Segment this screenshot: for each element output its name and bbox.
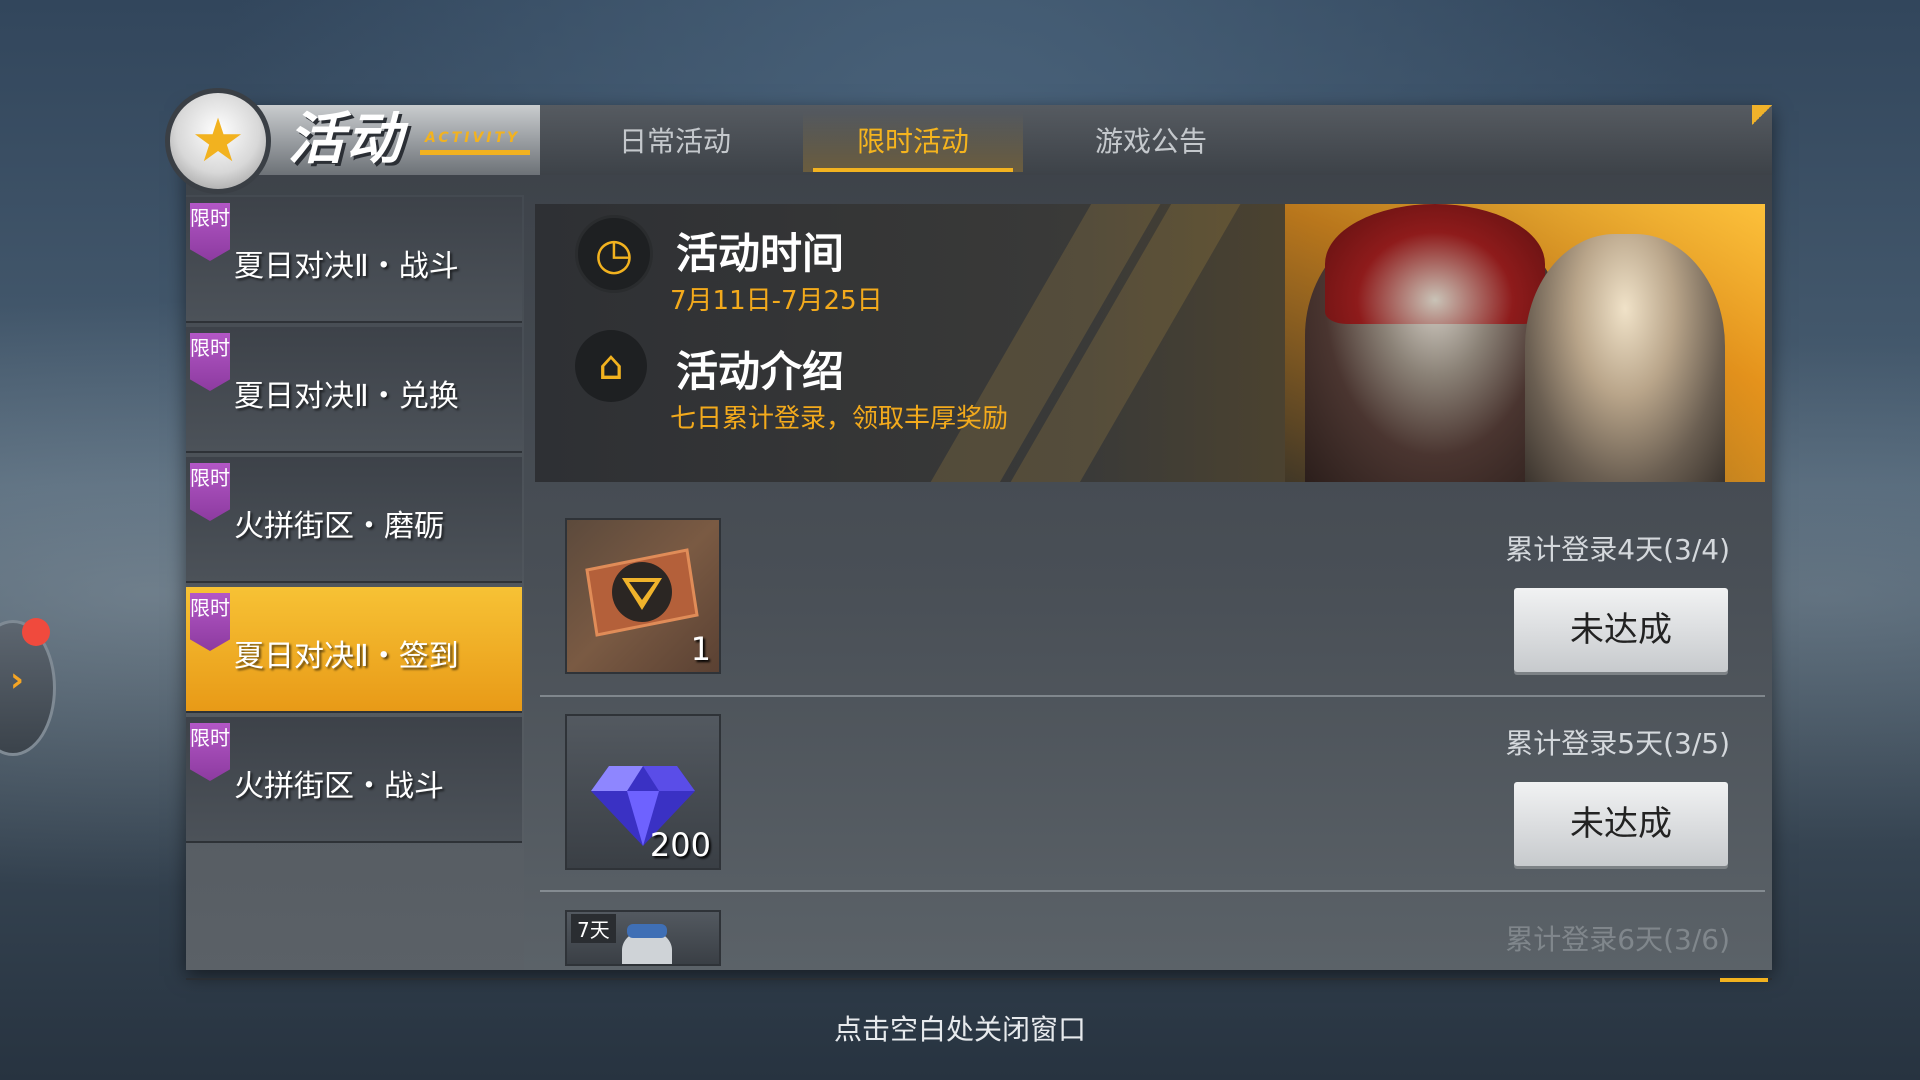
sidebar-item-street-training[interactable]: 限时 火拼街区・磨砺 — [186, 457, 522, 583]
claim-status-button[interactable]: 未达成 — [1514, 782, 1728, 866]
character-hood — [1325, 204, 1545, 324]
title-underline — [420, 150, 530, 155]
notification-dot — [22, 618, 50, 646]
activity-time-value: 7月11日-7月25日 — [670, 286, 883, 316]
tab-daily[interactable]: 日常活动 — [565, 112, 785, 172]
item-quantity: 1 — [690, 630, 711, 668]
clock-icon: ◷ — [575, 215, 653, 293]
limited-tag: 限时 — [190, 463, 230, 521]
duration-label: 7天 — [571, 914, 616, 943]
limited-tag: 限时 — [190, 723, 230, 781]
activity-intro-value: 七日累计登录，领取丰厚奖励 — [670, 404, 1009, 434]
gift-icon: ⌂ — [575, 330, 647, 402]
reward-requirement: 累计登录4天(3/4) — [1505, 533, 1730, 566]
sidebar-item-summer-exchange[interactable]: 限时 夏日对决Ⅱ・兑换 — [186, 327, 522, 453]
page-title: 活动 — [288, 107, 404, 172]
star-emblem-icon: ★ — [165, 88, 271, 194]
panel-bottom-edge — [186, 978, 1772, 980]
reward-requirement: 累计登录6天(3/6) — [1505, 923, 1730, 956]
reward-item[interactable]: 200 — [565, 714, 721, 870]
close-window-hint[interactable]: 点击空白处关闭窗口 — [0, 1008, 1920, 1048]
sidebar-item-label: 夏日对决Ⅱ・兑换 — [234, 379, 459, 414]
sidebar-item-label: 夏日对决Ⅱ・战斗 — [234, 249, 459, 284]
item-quantity: 200 — [649, 826, 711, 864]
reward-item[interactable]: 7天 — [565, 910, 721, 966]
character-female-soldier — [1525, 234, 1725, 482]
tab-announcements[interactable]: 游戏公告 — [1041, 112, 1261, 172]
row-divider — [540, 890, 1765, 892]
reward-item[interactable]: 1 — [565, 518, 721, 674]
reward-requirement: 累计登录5天(3/5) — [1505, 727, 1730, 760]
sidebar-item-label: 火拼街区・磨砺 — [234, 509, 444, 544]
limited-tag: 限时 — [190, 333, 230, 391]
chevron-right-icon: › — [10, 660, 25, 700]
tab-limited[interactable]: 限时活动 — [803, 112, 1023, 172]
activity-time-heading: 活动时间 — [676, 229, 845, 278]
sidebar-item-label: 火拼街区・战斗 — [234, 769, 444, 804]
sidebar-item-street-battle[interactable]: 限时 火拼街区・战斗 — [186, 717, 522, 843]
corner-accent — [1752, 105, 1772, 125]
hat-icon — [627, 924, 667, 938]
sidebar-item-summer-checkin[interactable]: 限时 夏日对决Ⅱ・签到 — [186, 587, 522, 713]
page-subtitle: ACTIVITY — [425, 130, 521, 146]
sidebar-item-label: 夏日对决Ⅱ・签到 — [234, 639, 459, 674]
limited-tag: 限时 — [190, 203, 230, 261]
activity-intro-heading: 活动介绍 — [676, 347, 845, 396]
limited-tag: 限时 — [190, 593, 230, 651]
bottom-accent — [1720, 978, 1768, 982]
claim-status-button[interactable]: 未达成 — [1514, 588, 1728, 672]
sidebar-item-summer-battle[interactable]: 限时 夏日对决Ⅱ・战斗 — [186, 197, 522, 323]
row-divider — [540, 695, 1765, 697]
